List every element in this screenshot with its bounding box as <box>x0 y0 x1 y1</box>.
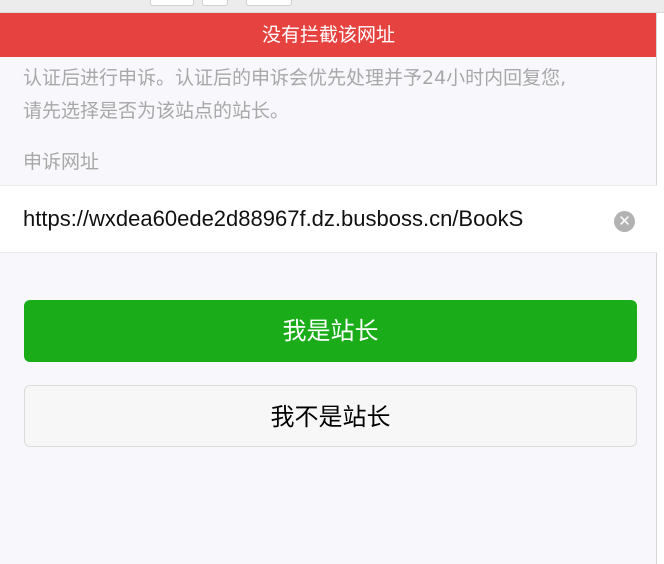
appeal-url-field[interactable]: https://wxdea60ede2d88967f.dz.busboss.cn… <box>23 186 605 252</box>
page-title: 没有拦截该网址 <box>261 24 395 46</box>
tab-edge <box>202 0 228 6</box>
tab-edge <box>246 0 292 6</box>
window-right-edge <box>656 13 664 564</box>
page-title-banner: 没有拦截该网址 <box>0 13 657 57</box>
url-section-label: 申诉网址 <box>23 151 100 173</box>
clear-icon[interactable]: ✕ <box>614 211 635 232</box>
not-owner-button[interactable]: 我不是站长 <box>24 385 637 447</box>
description-line: 请先选择是否为该站点的站长。 <box>23 100 290 122</box>
tab-edge <box>150 0 194 6</box>
appeal-description: 认证后进行申诉。认证后的申诉会优先处理并予24小时内回复您, 请先选择是否为该站… <box>23 62 638 128</box>
browser-top-strip <box>0 0 664 13</box>
i-am-owner-button[interactable]: 我是站长 <box>24 300 637 362</box>
description-line: 认证后进行申诉。认证后的申诉会优先处理并予24小时内回复您, <box>23 67 567 89</box>
url-field-row: https://wxdea60ede2d88967f.dz.busboss.cn… <box>0 185 657 253</box>
